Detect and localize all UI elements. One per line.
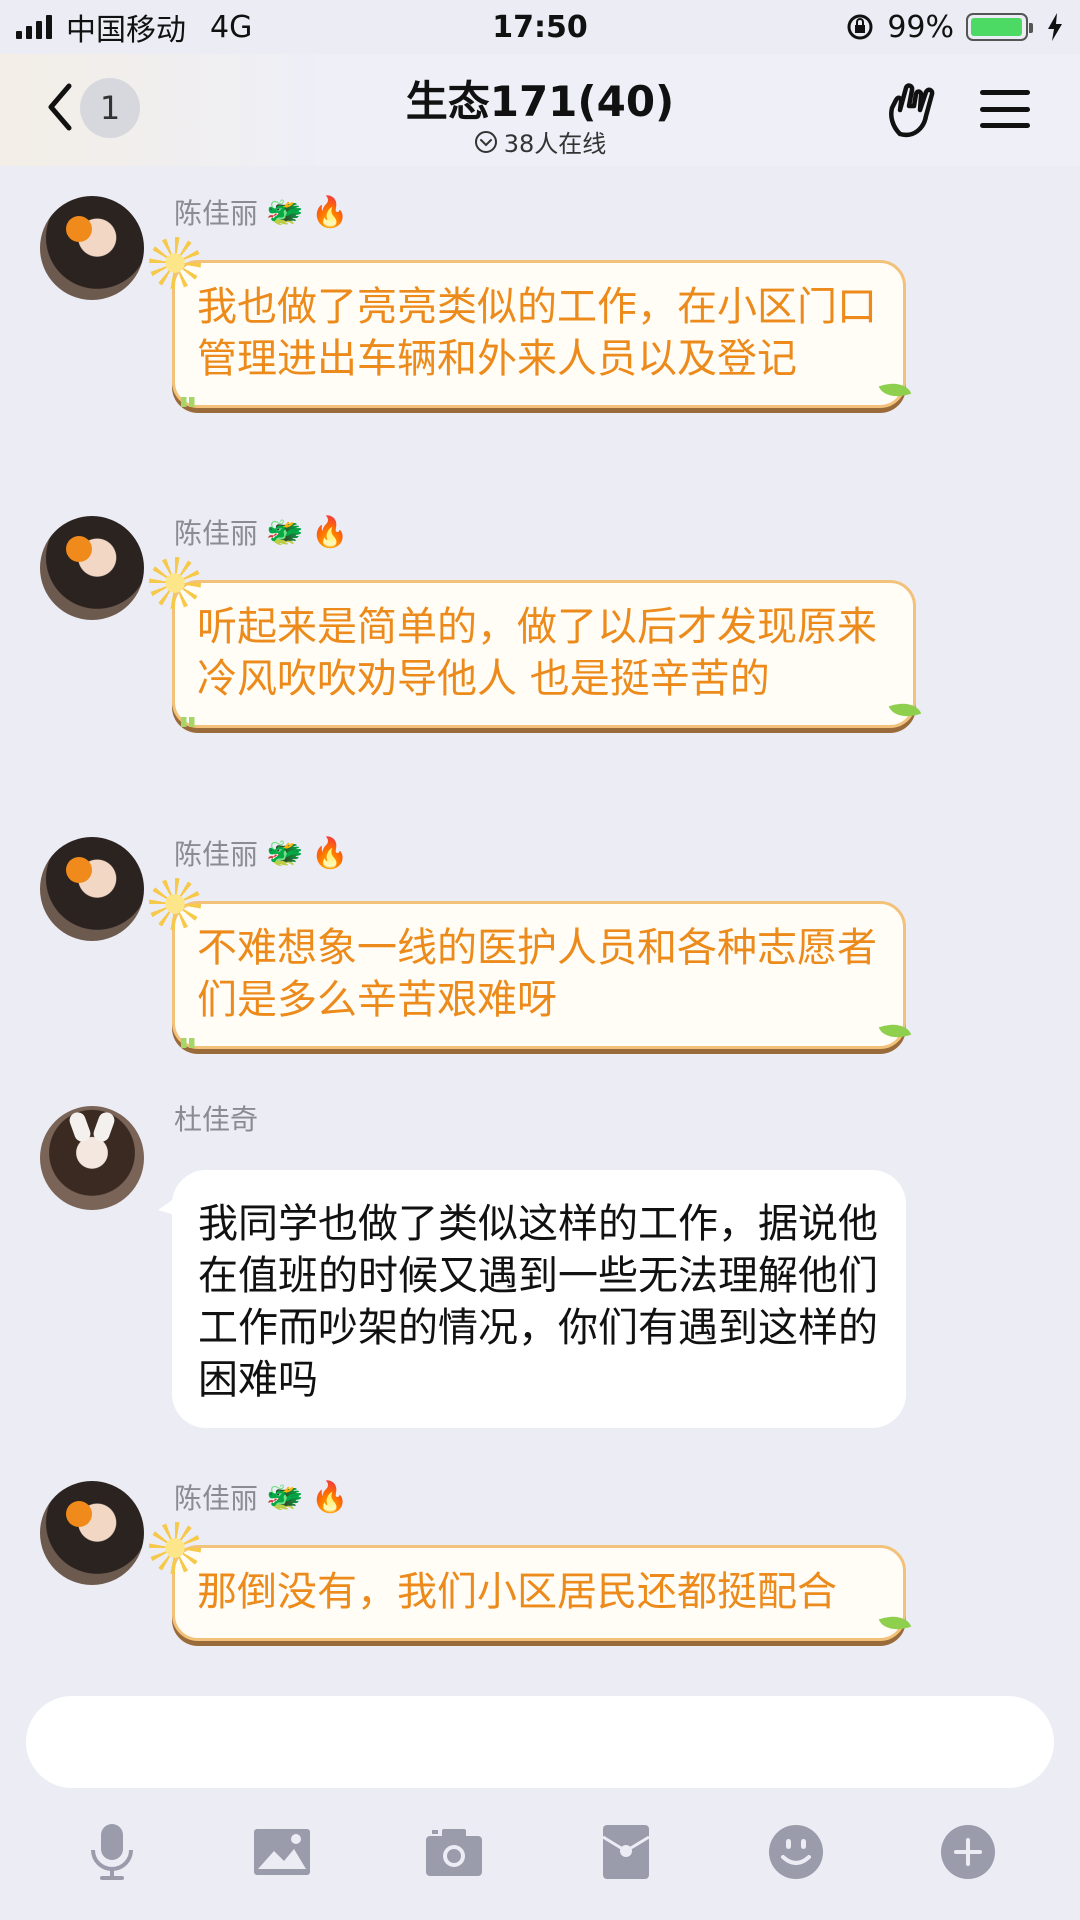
hand-gesture-icon: [889, 83, 935, 138]
status-bar: 中国移动 4G 17:50 99%: [0, 0, 1080, 54]
carrier-label: 中国移动: [66, 13, 186, 48]
avatar[interactable]: [40, 1481, 144, 1585]
chat-header: 1 生态171(40) 38人在线: [0, 54, 1080, 166]
sun-decoration-icon: [149, 237, 201, 289]
avatar[interactable]: [40, 196, 144, 300]
plus-button[interactable]: [938, 1822, 998, 1882]
microphone-icon: [91, 1824, 133, 1880]
leaf-decoration-icon: [878, 376, 912, 404]
online-count: 38人在线: [503, 130, 607, 158]
image-button[interactable]: [252, 1822, 312, 1882]
message-bubble[interactable]: 那倒没有，我们小区居民还都挺配合: [149, 1522, 912, 1641]
menu-line-icon: [980, 90, 1030, 95]
battery-icon: [966, 13, 1033, 41]
sender-name: 陈佳丽 🐲 🔥: [174, 194, 349, 231]
status-left: 中国移动 4G: [16, 5, 252, 49]
message-bubble[interactable]: 不难想象一线的医护人员和各种志愿者们是多么辛苦艰难呀: [149, 878, 912, 1049]
message-bubble[interactable]: 我也做了亮亮类似的工作，在小区门口管理进出车辆和外来人员以及登记: [149, 237, 912, 408]
battery-percent: 99%: [887, 9, 954, 45]
chevron-down-circle-icon: [474, 130, 497, 153]
charging-icon: [1048, 13, 1062, 41]
input-area: [0, 1672, 1080, 1920]
dragon-badge-icon: 🐲: [266, 1479, 304, 1515]
status-right: 99%: [845, 10, 1064, 45]
avatar[interactable]: [40, 1106, 144, 1210]
sender-name: 陈佳丽 🐲 🔥: [174, 514, 349, 551]
sender-name: 杜佳奇: [174, 1103, 259, 1136]
avatar[interactable]: [40, 516, 144, 620]
fire-badge-icon: 🔥: [311, 1479, 349, 1515]
message-list[interactable]: 陈佳丽 🐲 🔥 我也做了亮亮类似的工作，在小区门口管理进出车辆和外来人员以及登记…: [0, 166, 1080, 1672]
fire-badge-icon: 🔥: [311, 194, 349, 230]
message-bubble[interactable]: 听起来是简单的，做了以后才发现原来冷风吹吹劝导他人 也是挺辛苦的: [149, 557, 922, 728]
menu-line-icon: [980, 106, 1030, 112]
signal-icon: [16, 15, 52, 39]
voice-button[interactable]: [82, 1822, 142, 1882]
camera-button[interactable]: [424, 1822, 484, 1882]
dragon-badge-icon: 🐲: [266, 835, 304, 871]
hand-gesture-button[interactable]: [886, 80, 942, 140]
leaf-decoration-icon: [878, 1609, 912, 1637]
input-toolbar: [0, 1822, 1080, 1892]
red-packet-button[interactable]: [596, 1822, 656, 1882]
grass-decoration-icon: [181, 1038, 199, 1048]
fire-badge-icon: 🔥: [311, 514, 349, 550]
grass-decoration-icon: [181, 717, 199, 727]
leaf-decoration-icon: [878, 1017, 912, 1045]
sun-decoration-icon: [149, 1522, 201, 1574]
rotation-lock-icon: [847, 14, 873, 40]
dragon-badge-icon: 🐲: [266, 514, 304, 550]
fire-badge-icon: 🔥: [311, 835, 349, 871]
camera-icon: [426, 1829, 482, 1876]
image-icon: [254, 1829, 310, 1875]
emoji-icon: [769, 1825, 823, 1879]
network-label: 4G: [210, 9, 253, 45]
sun-decoration-icon: [149, 557, 201, 609]
red-packet-icon: [602, 1825, 650, 1879]
menu-line-icon: [980, 123, 1030, 128]
battery-fill: [971, 18, 1023, 36]
message-bubble[interactable]: 我同学也做了类似这样的工作，据说他在值班的时候又遇到一些无法理解他们工作而吵架的…: [158, 1170, 906, 1428]
message-input[interactable]: [26, 1696, 1054, 1788]
avatar[interactable]: [40, 837, 144, 941]
menu-button[interactable]: [980, 84, 1030, 134]
sun-decoration-icon: [149, 878, 201, 930]
emoji-button[interactable]: [766, 1822, 826, 1882]
sender-name: 陈佳丽 🐲 🔥: [174, 835, 349, 872]
grass-decoration-icon: [181, 397, 199, 407]
dragon-badge-icon: 🐲: [266, 194, 304, 230]
leaf-decoration-icon: [888, 696, 922, 724]
plus-icon: [941, 1825, 995, 1879]
sender-name: 陈佳丽 🐲 🔥: [174, 1479, 349, 1516]
